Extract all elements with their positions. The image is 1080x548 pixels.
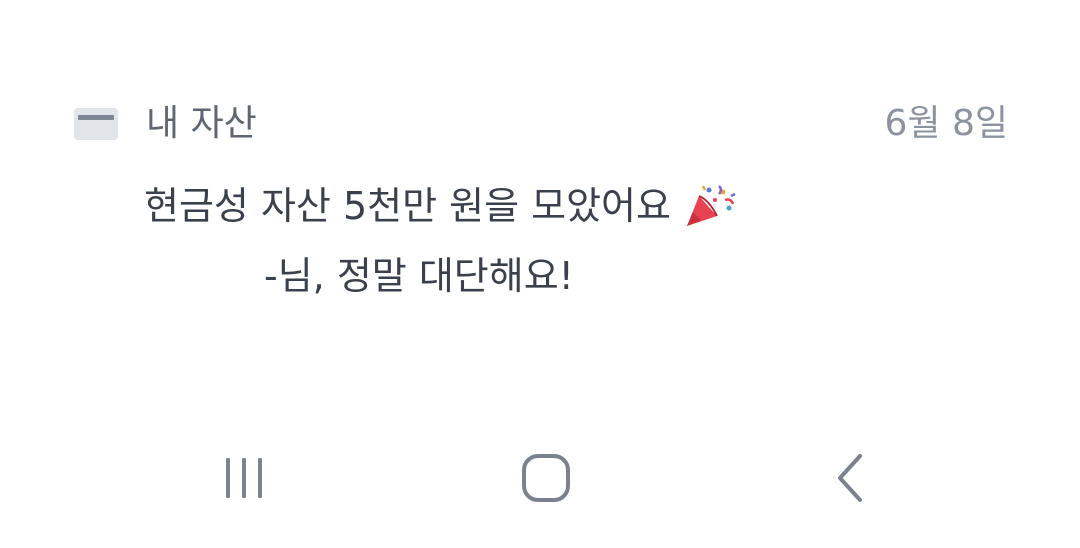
notification-card[interactable]: 내 자산 6월 8일 현금성 자산 5천만 원을 모았어요 -님, 정말 대단해…	[0, 0, 1080, 420]
notification-title: 현금성 자산 5천만 원을 모았어요	[144, 182, 1004, 230]
recent-apps-icon	[220, 454, 268, 506]
home-icon	[520, 452, 572, 508]
notification-date: 6월 8일	[884, 103, 1009, 144]
notification-title-text: 현금성 자산 5천만 원을 모았어요	[144, 184, 671, 228]
back-button[interactable]	[800, 450, 900, 510]
notification-message: 현금성 자산 5천만 원을 모았어요 -님, 정말 대단해요!	[144, 182, 1004, 300]
card-icon	[74, 108, 118, 140]
screen: 내 자산 6월 8일 현금성 자산 5천만 원을 모았어요 -님, 정말 대단해…	[0, 0, 1080, 548]
app-name: 내 자산	[146, 103, 257, 144]
navigation-bar	[0, 420, 1080, 548]
home-button[interactable]	[496, 450, 596, 510]
notification-header: 내 자산 6월 8일	[74, 100, 1008, 148]
card-icon-stripe	[78, 115, 114, 120]
party-popper-icon	[683, 182, 739, 230]
notification-body: -님, 정말 대단해요!	[144, 252, 1004, 300]
back-icon	[830, 452, 870, 508]
notification-body-text: 님, 정말 대단해요!	[277, 254, 574, 298]
recent-apps-button[interactable]	[194, 450, 294, 510]
redacted-username	[144, 258, 264, 299]
body-prefix-fragment: -	[264, 254, 278, 298]
